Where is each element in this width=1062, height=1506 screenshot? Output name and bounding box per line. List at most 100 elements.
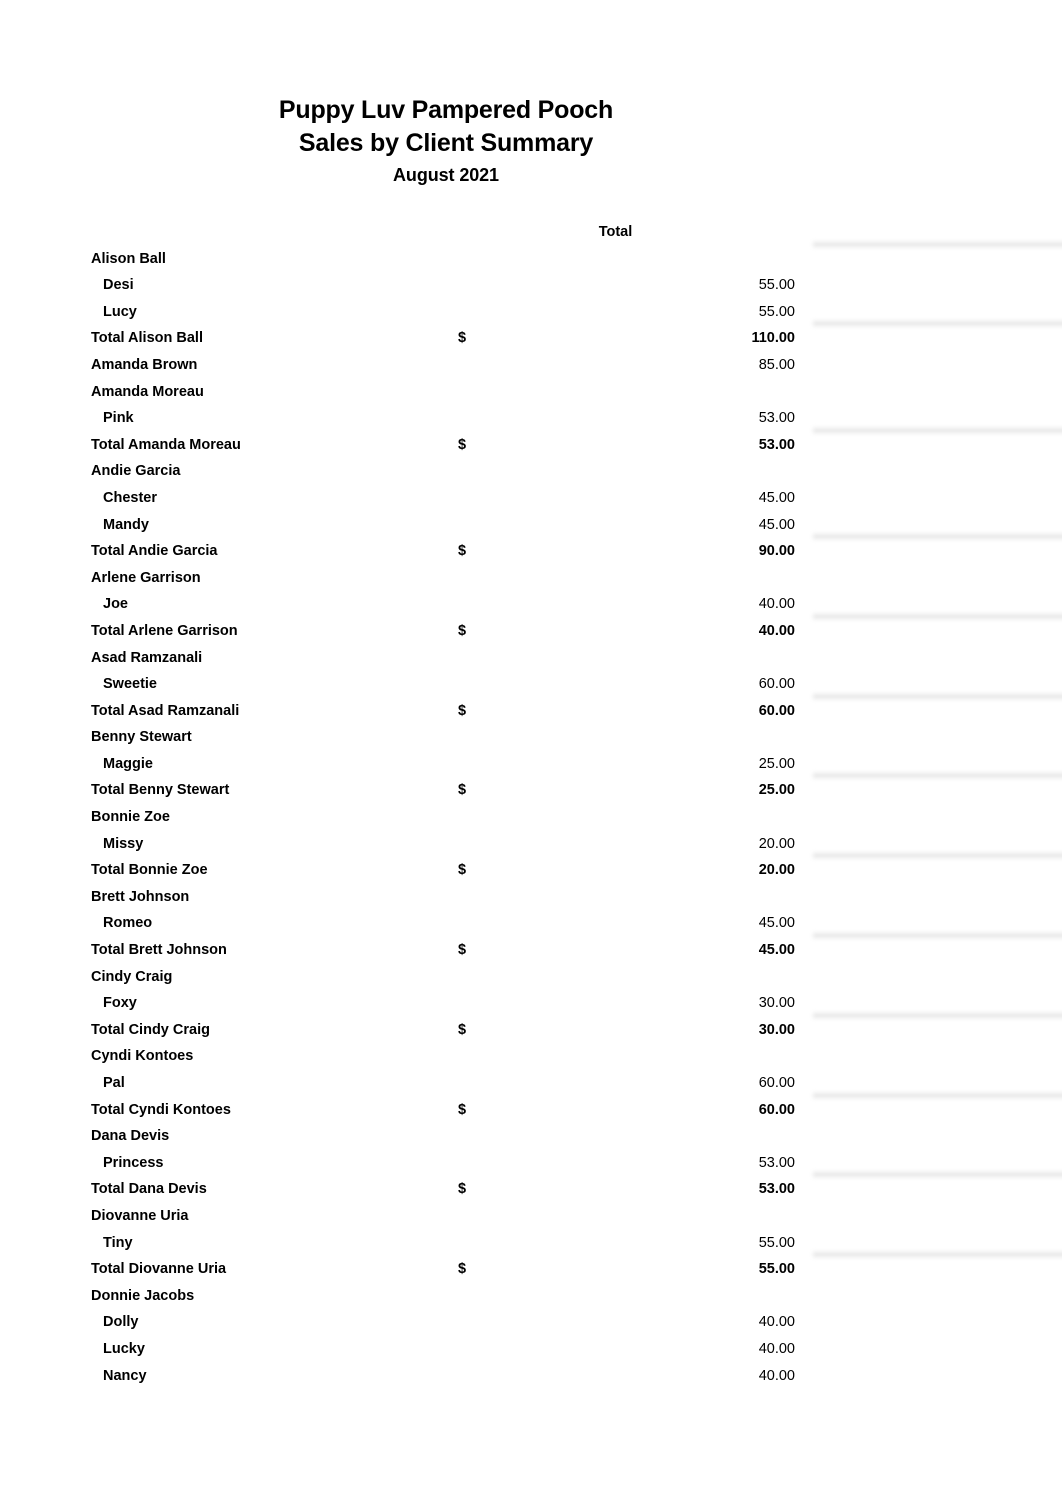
table-row: Joe 40.00 xyxy=(91,591,811,618)
table-row: Total Brett Johnson $45.00 xyxy=(91,937,811,964)
amount-value xyxy=(496,1283,811,1310)
currency-symbol xyxy=(456,724,496,751)
pet-name: Foxy xyxy=(103,995,137,1012)
amount-value xyxy=(496,804,811,831)
table-row: Pal 60.00 xyxy=(91,1070,811,1097)
table-row: Total Cindy Craig $30.00 xyxy=(91,1017,811,1044)
amount-value: 20.00 xyxy=(758,835,795,852)
currency-symbol xyxy=(456,246,496,273)
subtotal-amount: 110.00 xyxy=(751,330,795,347)
amount-value xyxy=(496,458,811,485)
currency-symbol xyxy=(456,884,496,911)
subtotal-amount: 20.00 xyxy=(758,862,795,879)
subtotal-label: Total Cindy Craig xyxy=(91,1021,210,1038)
subtotal-rule xyxy=(813,321,1062,327)
pet-name: Chester xyxy=(103,489,157,506)
subtotal-rule xyxy=(813,1012,1062,1018)
client-name: Diovanne Uria xyxy=(91,1207,189,1224)
currency-symbol xyxy=(456,990,496,1017)
subtotal-label: Total Cyndi Kontoes xyxy=(91,1101,231,1118)
pet-name: Maggie xyxy=(103,755,153,772)
currency-symbol xyxy=(456,1123,496,1150)
table-row: Total Cyndi Kontoes $60.00 xyxy=(91,1097,811,1124)
subtotal-amount: 60.00 xyxy=(758,702,795,719)
currency-symbol xyxy=(456,405,496,432)
client-name: Amanda Brown xyxy=(91,356,198,373)
header-row: Total xyxy=(91,219,811,246)
pet-name: Nancy xyxy=(103,1367,147,1384)
table-row: Princess 53.00 xyxy=(91,1150,811,1177)
currency-symbol xyxy=(456,804,496,831)
table-row: Donnie Jacobs xyxy=(91,1283,811,1310)
table-row: Lucy 55.00 xyxy=(91,299,811,326)
subtotal-label: Total Bonnie Zoe xyxy=(91,862,208,879)
pet-name: Sweetie xyxy=(103,676,157,693)
subtotal-label: Total Benny Stewart xyxy=(91,782,230,799)
subtotal-rule xyxy=(813,613,1062,619)
amount-value: 25.00 xyxy=(758,755,795,772)
currency-symbol: $ xyxy=(458,942,467,959)
pet-name: Tiny xyxy=(103,1234,133,1251)
client-name: Arlene Garrison xyxy=(91,569,201,586)
pet-name: Lucky xyxy=(103,1340,145,1357)
subtotal-rule xyxy=(813,534,1062,540)
amount-value xyxy=(496,379,811,406)
table-row: Total Benny Stewart $25.00 xyxy=(91,777,811,804)
table-row: Sweetie 60.00 xyxy=(91,671,811,698)
report-page: Puppy Luv Pampered Pooch Sales by Client… xyxy=(0,0,1062,1506)
currency-symbol: $ xyxy=(458,330,467,347)
subtotal-rule xyxy=(813,773,1062,779)
table-row: Brett Johnson xyxy=(91,884,811,911)
subtotal-amount: 53.00 xyxy=(758,1181,795,1198)
table-row: Andie Garcia xyxy=(91,458,811,485)
currency-symbol: $ xyxy=(458,436,467,453)
table-row: Total Diovanne Uria $55.00 xyxy=(91,1256,811,1283)
column-header-total: Total xyxy=(598,224,633,240)
pet-name: Joe xyxy=(103,596,128,613)
amount-value xyxy=(496,645,811,672)
amount-value: 55.00 xyxy=(758,303,795,320)
currency-symbol xyxy=(456,1283,496,1310)
table-row: Cyndi Kontoes xyxy=(91,1043,811,1070)
table-row: Total Arlene Garrison $40.00 xyxy=(91,618,811,645)
currency-symbol xyxy=(456,299,496,326)
amount-value xyxy=(496,1043,811,1070)
table-row: Chester 45.00 xyxy=(91,485,811,512)
currency-symbol: $ xyxy=(458,1101,467,1118)
currency-symbol xyxy=(456,591,496,618)
table-row: Total Dana Devis $53.00 xyxy=(91,1176,811,1203)
pet-name: Pal xyxy=(103,1075,125,1091)
pet-name: Desi xyxy=(103,277,134,294)
table-row: Arlene Garrison xyxy=(91,565,811,592)
report-period: August 2021 xyxy=(393,165,499,185)
amount-value: 45.00 xyxy=(758,915,795,932)
amount-value xyxy=(496,1203,811,1230)
pet-name: Pink xyxy=(103,410,134,427)
table-row: Benny Stewart xyxy=(91,724,811,751)
table-row: Dana Devis xyxy=(91,1123,811,1150)
client-name: Alison Ball xyxy=(91,250,166,267)
client-name: Cindy Craig xyxy=(91,968,173,985)
pet-name: Lucy xyxy=(103,303,137,320)
currency-symbol xyxy=(456,1309,496,1336)
table-row: Total Asad Ramzanali $60.00 xyxy=(91,698,811,725)
currency-symbol xyxy=(456,1336,496,1363)
subtotal-rule xyxy=(813,1092,1062,1098)
currency-symbol: $ xyxy=(458,1021,467,1038)
currency-symbol xyxy=(456,964,496,991)
pet-name: Missy xyxy=(103,835,144,852)
sales-summary-table: Total Alison Ball Desi 55.00 Lucy 55.00 Total… xyxy=(91,219,1062,1389)
table-row: Romeo 45.00 xyxy=(91,910,811,937)
table-row: Total Amanda Moreau $53.00 xyxy=(91,432,811,459)
subtotal-amount: 60.00 xyxy=(758,1101,795,1118)
table-row: Lucky 40.00 xyxy=(91,1336,811,1363)
currency-symbol xyxy=(456,645,496,672)
amount-value: 53.00 xyxy=(758,1154,795,1171)
client-name: Bonnie Zoe xyxy=(91,809,170,826)
subtotal-amount: 45.00 xyxy=(758,942,795,959)
currency-symbol xyxy=(456,565,496,592)
amount-value: 40.00 xyxy=(758,596,795,613)
currency-symbol: $ xyxy=(458,622,467,639)
currency-symbol: $ xyxy=(458,702,467,719)
currency-symbol xyxy=(456,751,496,778)
